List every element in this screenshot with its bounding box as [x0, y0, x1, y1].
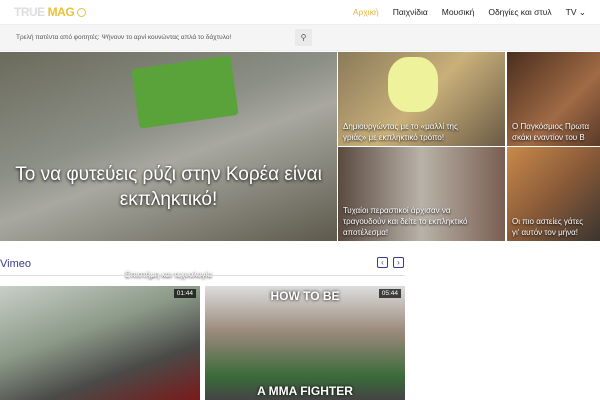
- prev-button[interactable]: ‹: [377, 257, 388, 268]
- main-nav: Αρχική Παιχνίδια Μουσική Οδηγίες και στυ…: [353, 7, 586, 18]
- thumbnail-text-bottom: A MMA FIGHTER: [257, 384, 353, 398]
- cotton-candy-image: [388, 57, 438, 112]
- feature-tile[interactable]: Δημιουργώντας με το «μαλλί της γριάς» με …: [338, 52, 505, 146]
- feature-tile[interactable]: Οι πιο αστείες γάτες γι' αυτόν τον μήνα!: [507, 147, 600, 241]
- ticker-bar: Τρελή πατέντα από φοιτητές: Ψήνουν το αρ…: [0, 25, 600, 51]
- search-button[interactable]: ⚲: [295, 29, 312, 46]
- nav-home[interactable]: Αρχική: [353, 7, 379, 18]
- nav-games[interactable]: Παιχνίδια: [393, 7, 428, 18]
- logo[interactable]: TRUE MAG: [14, 5, 87, 19]
- video-duration: 01:44: [173, 289, 196, 298]
- nav-music[interactable]: Μουσική: [442, 7, 475, 18]
- video-card[interactable]: 05:44 HOW TO BE A MMA FIGHTER: [205, 286, 405, 400]
- ticker-text[interactable]: Τρελή πατέντα από φοιτητές: Ψήνουν το αρ…: [16, 34, 231, 41]
- nav-tv[interactable]: TV ⌄: [566, 7, 586, 18]
- play-icon: [77, 7, 87, 17]
- nav-style[interactable]: Οδηγίες και στυλ: [488, 7, 551, 18]
- video-card[interactable]: 01:44: [0, 286, 200, 400]
- top-bar: TRUE MAG Αρχική Παιχνίδια Μουσική Οδηγίες…: [0, 0, 600, 25]
- section-title[interactable]: Vimeo: [0, 258, 31, 270]
- thumbnail-text-top: HOW TO BE: [270, 289, 340, 303]
- tile-caption: Ο Παγκόσμιος Πρωτα σκάκι εναντίον του Β: [512, 122, 590, 142]
- hero-title[interactable]: Το να φυτεύεις ρύζι στην Κορέα είναι εκπ…: [0, 162, 337, 212]
- vimeo-section-header: Vimeo ‹ ›: [0, 256, 405, 276]
- feature-tile[interactable]: Τυχαίοι περαστικοί άρχισαν να τραγουδούν …: [338, 147, 505, 241]
- tile-caption: Τυχαίοι περαστικοί άρχισαν να τραγουδούν …: [343, 206, 468, 237]
- hero-image: [131, 55, 239, 129]
- chevron-down-icon: ⌄: [578, 6, 586, 17]
- tile-caption: Δημιουργώντας με το «μαλλί της γριάς» με …: [343, 122, 458, 142]
- next-button[interactable]: ›: [393, 257, 404, 268]
- hero-feature[interactable]: Το να φυτεύεις ρύζι στην Κορέα είναι εκπ…: [0, 52, 337, 279]
- search-icon: ⚲: [300, 33, 307, 42]
- feature-tile[interactable]: Ο Παγκόσμιος Πρωτα σκάκι εναντίον του Β: [507, 52, 600, 146]
- tile-caption: Οι πιο αστείες γάτες γι' αυτόν τον μήνα!: [512, 217, 584, 237]
